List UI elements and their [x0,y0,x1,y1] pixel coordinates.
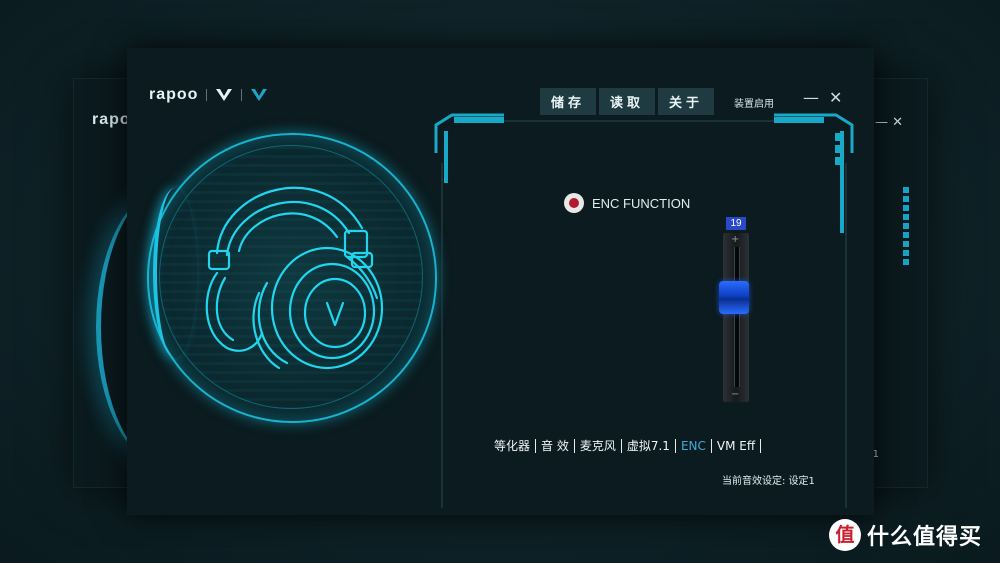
enc-panel: ENC FUNCTION 19 + − 等化器 音 效 麦克风 虚拟7.1 EN… [434,113,854,508]
tab-virtual-7-1[interactable]: 虚拟7.1 [622,437,675,454]
slider-value: 19 [726,217,746,230]
app-logo: rapoo [149,86,268,104]
rapoo-logo: rapoo [149,86,199,103]
watermark: 值 什么值得买 [829,519,982,551]
background-frame-bar [903,187,909,267]
tab-sound-effect[interactable]: 音 效 [536,437,574,454]
save-button[interactable]: 储存 [540,88,596,115]
minus-icon: − [731,389,740,400]
enc-radio-dot [569,198,579,208]
device-enable-link[interactable]: 装置启用 [734,95,774,110]
headphone-icon [205,186,384,370]
background-window-controls: — ✕ [874,115,903,130]
tab-enc[interactable]: ENC [676,439,711,453]
current-preset-status: 当前音效设定: 设定1 [722,476,815,487]
window-controls: — ✕ [803,90,842,106]
enc-level-slider[interactable]: + − [719,233,749,402]
tab-divider [760,438,762,453]
logo-separator [241,89,243,101]
main-window: rapoo 储存 读取 关于 装置启用 — ✕ ENC FUNCTION 19 … [127,48,874,515]
plus-icon: + [731,234,740,245]
headset-illustration [147,133,437,423]
about-button[interactable]: 关于 [658,88,714,115]
minimize-button[interactable]: — [803,90,819,106]
tab-equalizer[interactable]: 等化器 [489,437,535,454]
feature-tabs: 等化器 音 效 麦克风 虚拟7.1 ENC VM Eff [489,437,762,454]
logo-separator [206,89,208,101]
enc-label: ENC FUNCTION [592,195,691,211]
close-button[interactable]: ✕ [829,90,842,106]
watermark-text: 什么值得买 [867,525,983,550]
tab-microphone[interactable]: 麦克风 [575,437,621,454]
v-logo-icon [216,89,233,101]
top-toolbar: 储存 读取 关于 [540,88,714,115]
enc-radio[interactable] [564,193,584,213]
slider-thumb[interactable] [719,281,749,314]
load-button[interactable]: 读取 [599,88,655,115]
slider-track[interactable] [734,247,740,387]
watermark-logo-icon: 值 [829,519,861,551]
tab-vm-eff[interactable]: VM Eff [712,439,760,453]
enc-toggle[interactable]: ENC FUNCTION [564,193,690,213]
v-accent-logo-icon [251,89,268,101]
